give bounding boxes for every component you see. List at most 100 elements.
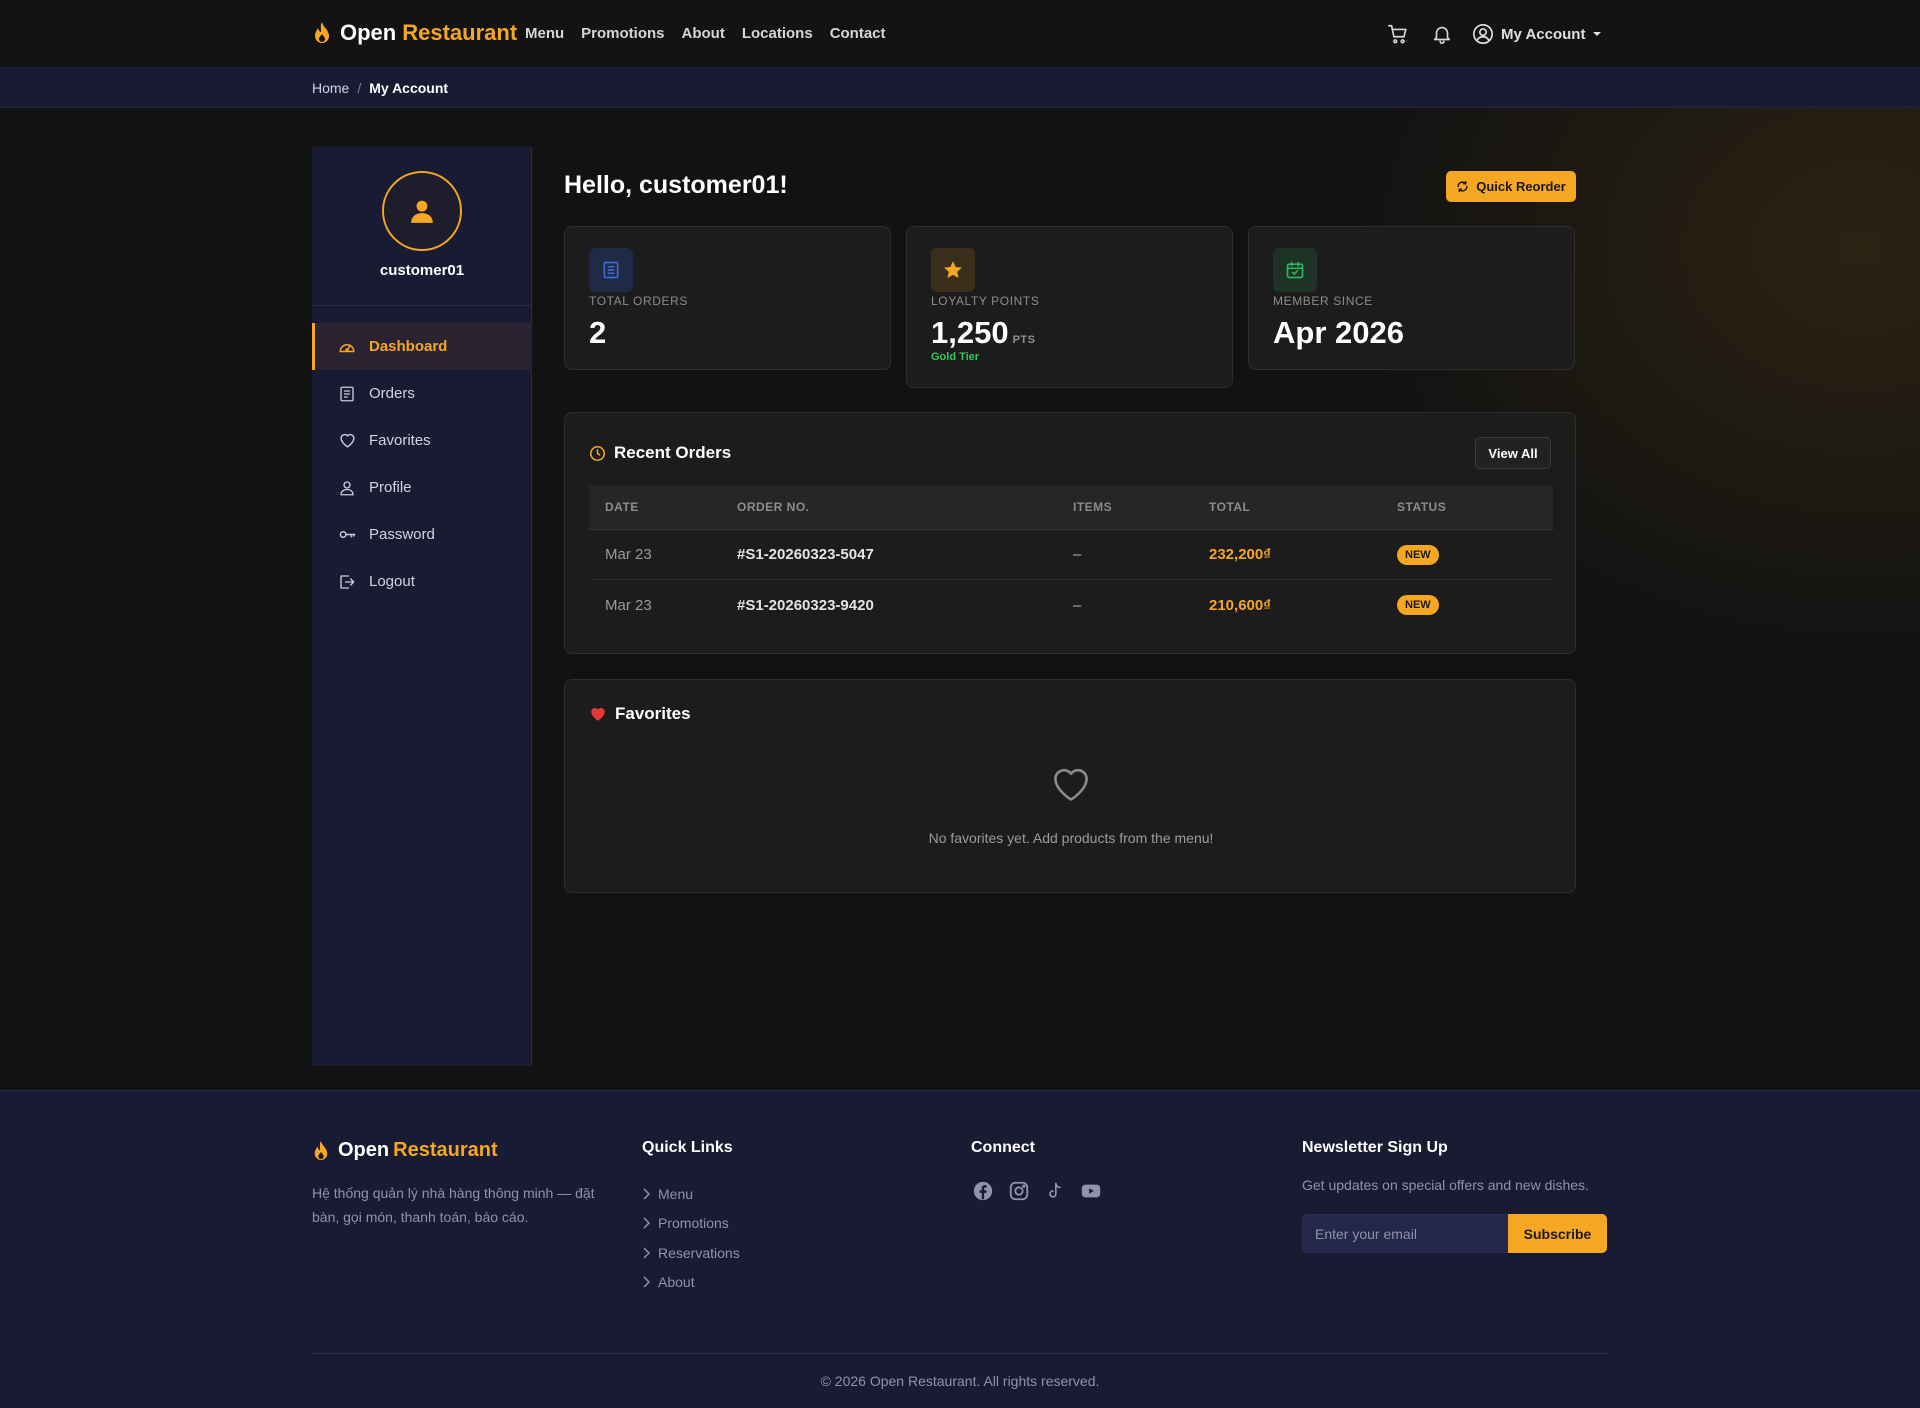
footer-divider — [312, 1353, 1608, 1354]
sidebar-item-label: Logout — [369, 573, 415, 590]
receipt-icon — [589, 248, 633, 292]
order-items: – — [1073, 546, 1082, 563]
footer-brand-restaurant: Restaurant — [393, 1139, 498, 1161]
favorites-empty-state: No favorites yet. Add products from the … — [565, 762, 1577, 846]
stat-value: 1,250 PTS — [931, 315, 1036, 350]
footer-brand-logo[interactable]: Open Restaurant — [312, 1139, 498, 1162]
avatar — [382, 171, 462, 251]
nav-link-menu[interactable]: Menu — [525, 25, 564, 42]
order-date: Mar 23 — [605, 596, 652, 614]
footer-description: Hệ thống quản lý nhà hàng thông minh — đ… — [312, 1185, 595, 1225]
sidebar-item-orders[interactable]: Orders — [312, 370, 532, 417]
column-header-items: ITEMS — [1073, 500, 1113, 514]
points-unit: PTS — [1012, 334, 1036, 346]
sidebar-item-dashboard[interactable]: Dashboard — [312, 323, 532, 370]
tiktok-icon[interactable] — [1043, 1179, 1067, 1203]
order-number[interactable]: #S1-20260323-5047 — [737, 546, 1073, 563]
chevron-right-icon — [643, 1247, 650, 1259]
order-total: 210,600₫ — [1209, 596, 1271, 614]
breadcrumb: Home / My Account — [312, 80, 448, 96]
site-footer: Open Restaurant Hệ thống quản lý nhà hàng… — [0, 1090, 1920, 1408]
order-date: Mar 23 — [605, 546, 652, 563]
table-row[interactable]: Mar 23 #S1-20260323-5047 – 232,200₫ NEW — [589, 530, 1553, 580]
facebook-icon[interactable] — [971, 1179, 995, 1203]
table-row[interactable]: Mar 23 #S1-20260323-9420 – 210,600₫ NEW — [589, 580, 1553, 630]
favorites-card: Favorites No favorites yet. Add products… — [564, 679, 1576, 893]
orders-table: DATE ORDER NO. ITEMS TOTAL STATUS Mar 23… — [589, 485, 1553, 630]
footer-link-promotions[interactable]: Promotions — [642, 1209, 740, 1239]
sidebar-menu: Dashboard Orders Favorites Profile Passw… — [312, 323, 532, 605]
sidebar-item-label: Profile — [369, 479, 412, 496]
stat-card-loyalty-points: LOYALTY POINTS 1,250 PTS Gold Tier — [906, 226, 1233, 388]
sidebar-item-logout[interactable]: Logout — [312, 558, 532, 605]
footer-link-menu[interactable]: Menu — [642, 1179, 740, 1209]
recent-orders-card: Recent Orders View All DATE ORDER NO. IT… — [564, 412, 1576, 654]
order-items: – — [1073, 596, 1082, 614]
flame-icon — [312, 21, 332, 45]
stat-card-total-orders: TOTAL ORDERS 2 — [564, 226, 891, 370]
column-header-status: STATUS — [1397, 500, 1447, 514]
calendar-check-icon — [1273, 248, 1317, 292]
clock-icon — [589, 445, 606, 462]
logout-icon — [337, 572, 357, 592]
footer-brand-open: Open — [338, 1139, 390, 1161]
connect-title: Connect — [971, 1139, 1035, 1156]
chevron-right-icon — [643, 1188, 650, 1200]
newsletter-form: Subscribe — [1302, 1214, 1607, 1253]
quick-links-title: Quick Links — [642, 1139, 733, 1156]
heart-outline-icon — [565, 762, 1577, 806]
nav-link-about[interactable]: About — [682, 25, 725, 42]
recent-orders-title: Recent Orders — [589, 443, 731, 463]
heart-filled-icon — [589, 705, 607, 723]
nav-link-promotions[interactable]: Promotions — [581, 25, 664, 42]
nav-link-contact[interactable]: Contact — [830, 25, 886, 42]
column-header-total: TOTAL — [1209, 500, 1251, 514]
column-header-order-no: ORDER NO. — [737, 500, 810, 514]
email-field[interactable] — [1302, 1214, 1508, 1253]
subscribe-button[interactable]: Subscribe — [1508, 1214, 1607, 1253]
order-total: 232,200₫ — [1209, 546, 1271, 563]
account-label: My Account — [1501, 25, 1586, 43]
caret-down-icon — [1592, 29, 1602, 39]
view-all-button[interactable]: View All — [1475, 437, 1551, 469]
account-sidebar: customer01 Dashboard Orders Favorites Pr… — [312, 147, 532, 1066]
stat-value: 2 — [589, 315, 607, 350]
newsletter-text: Get updates on special offers and new di… — [1302, 1177, 1589, 1193]
quick-reorder-button[interactable]: Quick Reorder — [1446, 171, 1576, 202]
cart-icon[interactable] — [1384, 20, 1412, 48]
star-icon — [931, 248, 975, 292]
breadcrumb-separator: / — [357, 80, 362, 96]
order-number[interactable]: #S1-20260323-9420 — [737, 597, 1073, 614]
account-menu-button[interactable]: My Account — [1472, 23, 1602, 45]
bell-icon[interactable] — [1428, 20, 1456, 48]
youtube-icon[interactable] — [1079, 1179, 1103, 1203]
copyright-text: © 2026 Open Restaurant. All rights reser… — [820, 1373, 1100, 1389]
sidebar-item-password[interactable]: Password — [312, 511, 532, 558]
sidebar-item-profile[interactable]: Profile — [312, 464, 532, 511]
sidebar-username: customer01 — [379, 262, 465, 279]
main-nav: Menu Promotions About Locations Contact — [525, 25, 886, 42]
table-header: DATE ORDER NO. ITEMS TOTAL STATUS — [589, 485, 1553, 530]
sidebar-item-label: Orders — [369, 385, 415, 402]
favorites-title: Favorites — [589, 704, 691, 724]
person-icon — [411, 200, 433, 223]
heart-icon — [337, 431, 357, 451]
stat-label: LOYALTY POINTS — [931, 294, 1040, 308]
quick-links-list: Menu Promotions Reservations About — [642, 1179, 740, 1297]
brand-logo[interactable]: Open Restaurant — [312, 20, 517, 46]
chevron-right-icon — [643, 1217, 650, 1229]
footer-link-reservations[interactable]: Reservations — [642, 1238, 740, 1268]
brand-word-open: Open — [340, 20, 397, 45]
stat-label: TOTAL ORDERS — [589, 294, 688, 308]
sidebar-item-label: Password — [369, 526, 435, 543]
loyalty-tier: Gold Tier — [931, 351, 980, 363]
sidebar-item-favorites[interactable]: Favorites — [312, 417, 532, 464]
dashboard-icon — [337, 337, 357, 357]
key-icon — [337, 525, 357, 545]
stat-card-member-since: MEMBER SINCE Apr 2026 — [1248, 226, 1575, 370]
nav-link-locations[interactable]: Locations — [742, 25, 813, 42]
instagram-icon[interactable] — [1007, 1179, 1031, 1203]
footer-link-about[interactable]: About — [642, 1268, 740, 1298]
newsletter-title: Newsletter Sign Up — [1302, 1139, 1448, 1156]
breadcrumb-home[interactable]: Home — [312, 80, 349, 96]
